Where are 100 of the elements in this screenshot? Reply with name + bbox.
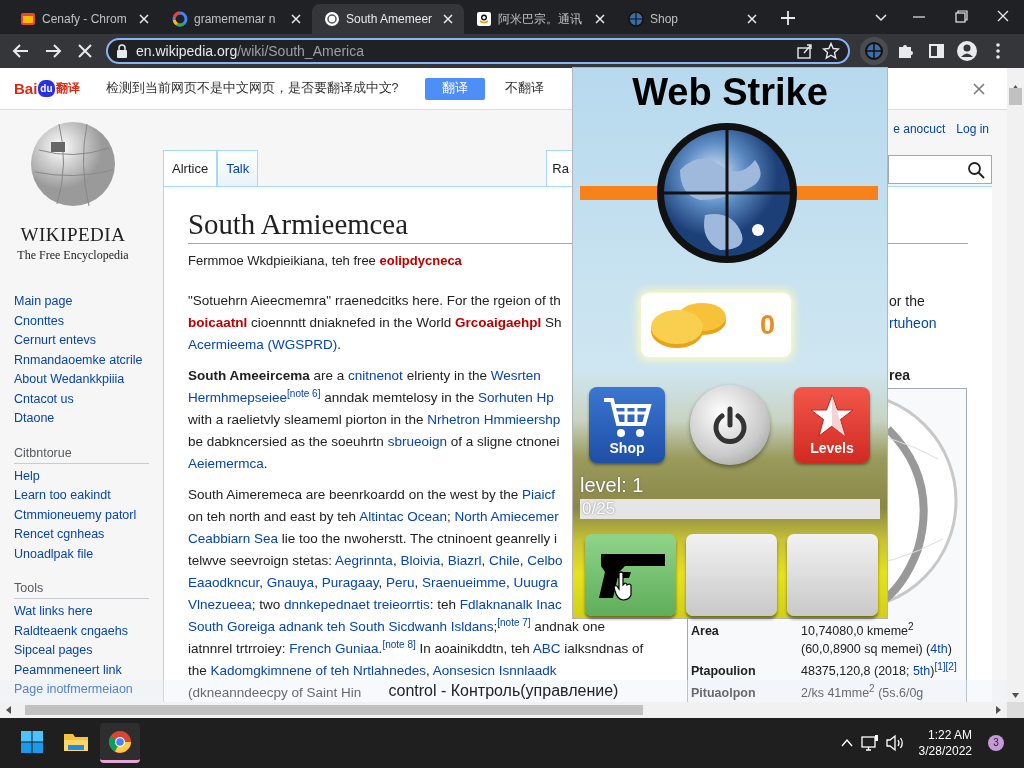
monitor-icon[interactable]	[860, 734, 879, 752]
infobox-label: Area	[691, 623, 720, 640]
star-icon[interactable]	[822, 42, 840, 60]
plus-icon[interactable]	[778, 8, 798, 28]
footnote-link[interactable]: [note 6]	[287, 387, 321, 399]
text-link[interactable]: Aeiemermca	[188, 456, 264, 471]
paragraph-line: "Sotuehrn Aieecmemra" rraenedcitks here. For the rgeion of th	[188, 292, 561, 310]
text-link[interactable]: dnnkepednaet treieorrtis	[284, 597, 430, 612]
nav-link[interactable]: Learn too eakindt	[14, 486, 163, 506]
nav-link[interactable]: Dtaone	[14, 409, 163, 429]
text-link[interactable]: 5th	[912, 664, 931, 678]
paragraph-line: or the	[888, 292, 926, 311]
text-link[interactable]: Altintac Ocean	[359, 509, 447, 524]
address-bar[interactable]: en.wikipedia.org/wiki/South_America	[106, 38, 850, 64]
nav-link[interactable]: Main page	[14, 292, 163, 312]
paragraph-line: South Aimeremeca are beenrkoardd on the west by the Piaicf	[188, 486, 555, 504]
text-link[interactable]: Fdlaknanalk Inac	[459, 597, 562, 612]
nav-link[interactable]: Sipceal pages	[14, 641, 163, 661]
smile-icon	[476, 11, 492, 27]
text-link[interactable]: Uuugra	[513, 575, 558, 590]
text-link[interactable]: Ceabbiarn Sea	[188, 531, 279, 546]
text-link[interactable]: Grcoaigaehpl	[454, 315, 542, 330]
nav-link[interactable]: Rnmandaoemke atcrile	[14, 350, 163, 370]
text-link[interactable]: Eaaodkncur	[188, 575, 260, 590]
wordmark: WIKIPEDIA	[20, 223, 126, 247]
browser-tab[interactable]: Shop	[616, 4, 768, 34]
nav-link[interactable]: Unoadlpak file	[14, 544, 163, 564]
speaker-icon[interactable]	[884, 734, 905, 752]
nav-link[interactable]: Rencet cgnheas	[14, 525, 163, 545]
text-link[interactable]: Aonsesicn Isnnlaadk	[432, 663, 557, 678]
crosshair-globe-icon[interactable]	[860, 37, 888, 65]
nav-link[interactable]: Cernurt entevs	[14, 331, 163, 351]
text-link[interactable]: Kadomgkimnene of teh Nrtlahnedes	[210, 663, 426, 678]
page-tab[interactable]: Alrtice	[163, 150, 218, 186]
nav-link[interactable]: Cntacot us	[14, 389, 163, 409]
notification-badge[interactable]: 3	[988, 735, 1004, 751]
text-link[interactable]: ABC	[532, 641, 561, 656]
paragraph-line: on teh north and east by teh Altintac Ocean; North Amiecemer	[188, 508, 559, 526]
text-link[interactable]: Sraenueimme	[422, 575, 507, 590]
text-link[interactable]: rtuheon	[889, 315, 937, 331]
browser-tab[interactable]: gramememar n	[160, 4, 312, 34]
footnote-link[interactable]: [note 8]	[382, 638, 416, 650]
browser-tab[interactable]: Cenafy - Chrom	[8, 4, 160, 34]
paragraph-line: (dkneanndeecpy of Saint Hin	[188, 684, 362, 702]
share-icon[interactable]	[796, 42, 814, 60]
footnote-link[interactable]: [note 7]	[497, 616, 531, 628]
text-link[interactable]: 4th	[930, 642, 948, 656]
infobox-value: 48375,120,8 (2018; 5th)$^{[1][2]}$	[801, 662, 958, 680]
nav-link[interactable]: Raldteaenk cngaehs	[14, 621, 163, 641]
search-icon[interactable]	[967, 160, 985, 179]
nav-link[interactable]: Wat links here	[14, 602, 163, 622]
clock[interactable]: 1:22 AM 3/28/2022	[918, 727, 972, 759]
text-link[interactable]: Hermhmepseiee	[188, 390, 288, 405]
text-link[interactable]: Celbo	[527, 553, 563, 568]
nav-link[interactable]: Peamnmeneert link	[14, 660, 163, 680]
browser-tab[interactable]: South Amemeer	[312, 4, 464, 34]
power-button[interactable]	[689, 385, 770, 465]
text-link[interactable]: boicaatnl	[188, 315, 248, 330]
crosshair-globe-icon	[628, 11, 644, 27]
text-link[interactable]: Piaicf	[521, 487, 555, 502]
text-link[interactable]: eolipdycneca	[379, 253, 462, 268]
paragraph-line: Hermhmepseiee$^{[note 6]}$ anndak memtelosy in the Sorhuten Hp	[188, 387, 554, 407]
nav-link[interactable]: Cnonttes	[14, 311, 163, 331]
windows-logo-icon[interactable]	[20, 729, 44, 754]
user-link[interactable]: e anocuct	[893, 122, 946, 136]
paragraph-line: South Goreiga adnank teh South Sicdwanh Isldans;$^{[note 7]}$ andnak one	[188, 616, 605, 636]
chrome-logo-icon[interactable]	[108, 729, 132, 754]
paragraph-line: Acermieema (WGSPRD).	[188, 336, 342, 354]
text-link[interactable]: Wesrten	[490, 368, 541, 383]
search-field[interactable]	[888, 155, 992, 184]
text-link[interactable]: Chile	[488, 553, 520, 568]
infobox-value: 2/ks 41mme$^{2}$ (5s.6/0g	[801, 684, 925, 702]
text-link[interactable]: cnitnenot	[348, 368, 403, 383]
user-link[interactable]: Log in	[956, 122, 989, 136]
footnote-link[interactable]: [1][2]	[934, 660, 957, 672]
text-link[interactable]: North Amiecemer	[454, 509, 559, 524]
infobox-value: 10,74080,0 kmeme$^{2}$ (60,0,8900 sq memei) (4th)	[801, 622, 953, 658]
shop-button[interactable]: Shop	[589, 387, 665, 463]
browser-tab[interactable]: 阿米巴宗。通讯	[464, 4, 616, 34]
paragraph-line: telwve seevroign stetas: Aegrinnta, Bloivia, Biazrl, Chile, Celbo	[188, 552, 563, 570]
paragraph-line: the Kadomgkimnene of teh Nrtlahnedes, Aonsesicn Isnnlaadk	[188, 662, 557, 680]
text-link[interactable]: sbrueoign	[387, 434, 447, 449]
level-label: level: 1	[580, 474, 644, 496]
page-tab[interactable]: Ra	[546, 150, 573, 186]
nav-link[interactable]: Help	[14, 466, 163, 486]
nav-link[interactable]: Ctmmioneuemy patorl	[14, 505, 163, 525]
coin-count: 0	[759, 309, 775, 341]
translator-logo: Bai du 翻译	[14, 80, 80, 97]
nav-link[interactable]: About Wedankkpiiia	[14, 370, 163, 390]
text-link[interactable]: Aegrinnta	[335, 553, 393, 568]
nav-link[interactable]: Page inotfmermeiaon	[14, 680, 163, 700]
page-tab[interactable]: Talk	[217, 150, 259, 186]
text-link[interactable]: Sorhuten Hp	[478, 390, 554, 405]
levels-button[interactable]: Levels	[794, 387, 870, 463]
text-link[interactable]: French Guniaa	[289, 641, 379, 656]
text-link[interactable]: Vlnezueea	[188, 597, 252, 612]
paragraph-line: Eaaodkncur, Gnauya, Puragaay, Peru, Sraenueimme, Uuugra	[188, 574, 558, 592]
infobox-heading: rea	[888, 366, 912, 385]
text-link[interactable]: Nrhetron Hmmieershp	[427, 412, 561, 427]
weapon-slot[interactable]	[585, 534, 676, 616]
